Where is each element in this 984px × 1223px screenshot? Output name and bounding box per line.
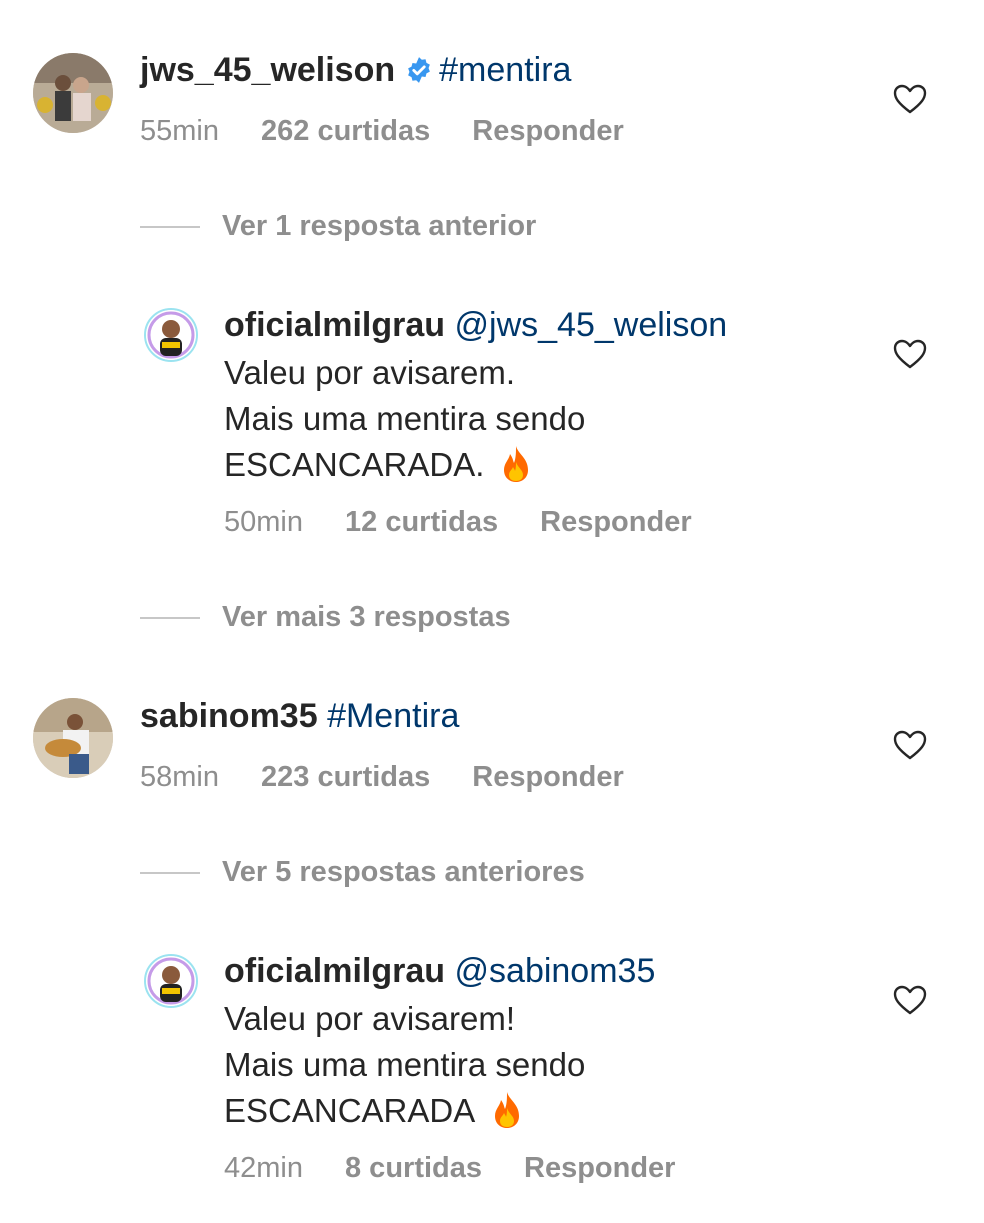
avatar-sabinom35[interactable] xyxy=(33,698,113,778)
divider-line xyxy=(140,616,200,619)
timestamp: 55min xyxy=(140,115,219,147)
toggle-label[interactable]: Ver mais 3 respostas xyxy=(222,601,511,634)
heart-icon[interactable] xyxy=(892,338,928,370)
mention-link[interactable]: @jws_45_welison xyxy=(455,306,728,344)
reply-button[interactable]: Responder xyxy=(540,506,691,538)
heart-icon[interactable] xyxy=(892,984,928,1016)
view-more-replies-toggle[interactable]: Ver mais 3 respostas xyxy=(140,601,511,634)
avatar-jws-45-welison[interactable] xyxy=(33,53,113,133)
reply-line: ESCANCARADA xyxy=(224,1092,476,1129)
reply-header: oficialmilgrau @sabinom35 xyxy=(224,951,655,991)
reply-line: Valeu por avisarem! xyxy=(224,1000,516,1037)
reply-text: Valeu por avisarem. Mais uma mentira sen… xyxy=(224,350,585,488)
comment-meta: 55min 262 curtidas Responder xyxy=(140,115,666,148)
divider-line xyxy=(140,225,200,228)
likes-count[interactable]: 12 curtidas xyxy=(345,506,498,538)
fire-emoji-icon xyxy=(495,1092,520,1128)
heart-icon[interactable] xyxy=(892,83,928,115)
username[interactable]: oficialmilgrau xyxy=(224,952,445,990)
view-previous-replies-toggle[interactable]: Ver 5 respostas anteriores xyxy=(140,856,585,889)
reply-header: oficialmilgrau @jws_45_welison xyxy=(224,305,727,345)
reply-meta: 42min 8 curtidas Responder xyxy=(224,1152,717,1185)
divider-line xyxy=(140,871,200,874)
username[interactable]: sabinom35 xyxy=(140,697,318,735)
comment-header: sabinom35 #Mentira xyxy=(140,696,459,736)
reply-line: ESCANCARADA. xyxy=(224,446,485,483)
reply-button[interactable]: Responder xyxy=(472,115,623,147)
username[interactable]: jws_45_welison xyxy=(140,51,395,89)
view-replies-toggle[interactable]: Ver 1 resposta anterior xyxy=(140,210,536,243)
reply-button[interactable]: Responder xyxy=(472,761,623,793)
reply-line: Valeu por avisarem. xyxy=(224,354,516,391)
timestamp: 50min xyxy=(224,506,303,538)
hashtag-link[interactable]: #Mentira xyxy=(327,697,459,735)
verified-badge-icon xyxy=(408,57,430,83)
likes-count[interactable]: 223 curtidas xyxy=(261,761,430,793)
heart-icon[interactable] xyxy=(892,729,928,761)
reply-line: Mais uma mentira sendo xyxy=(224,1046,586,1083)
likes-count[interactable]: 262 curtidas xyxy=(261,115,430,147)
toggle-label[interactable]: Ver 5 respostas anteriores xyxy=(222,856,585,889)
toggle-label[interactable]: Ver 1 resposta anterior xyxy=(222,210,536,243)
reply-text: Valeu por avisarem! Mais uma mentira sen… xyxy=(224,996,585,1134)
avatar-oficialmilgrau[interactable] xyxy=(144,954,198,1008)
comment-meta: 58min 223 curtidas Responder xyxy=(140,761,666,794)
reply-button[interactable]: Responder xyxy=(524,1152,675,1184)
avatar-oficialmilgrau[interactable] xyxy=(144,308,198,362)
username[interactable]: oficialmilgrau xyxy=(224,306,445,344)
mention-link[interactable]: @sabinom35 xyxy=(455,952,656,990)
timestamp: 42min xyxy=(224,1152,303,1184)
comment-header: jws_45_welison #mentira xyxy=(140,50,571,90)
likes-count[interactable]: 8 curtidas xyxy=(345,1152,482,1184)
timestamp: 58min xyxy=(140,761,219,793)
fire-emoji-icon xyxy=(504,446,529,482)
reply-meta: 50min 12 curtidas Responder xyxy=(224,506,734,539)
reply-line: Mais uma mentira sendo xyxy=(224,400,586,437)
hashtag-link[interactable]: #mentira xyxy=(439,51,571,89)
